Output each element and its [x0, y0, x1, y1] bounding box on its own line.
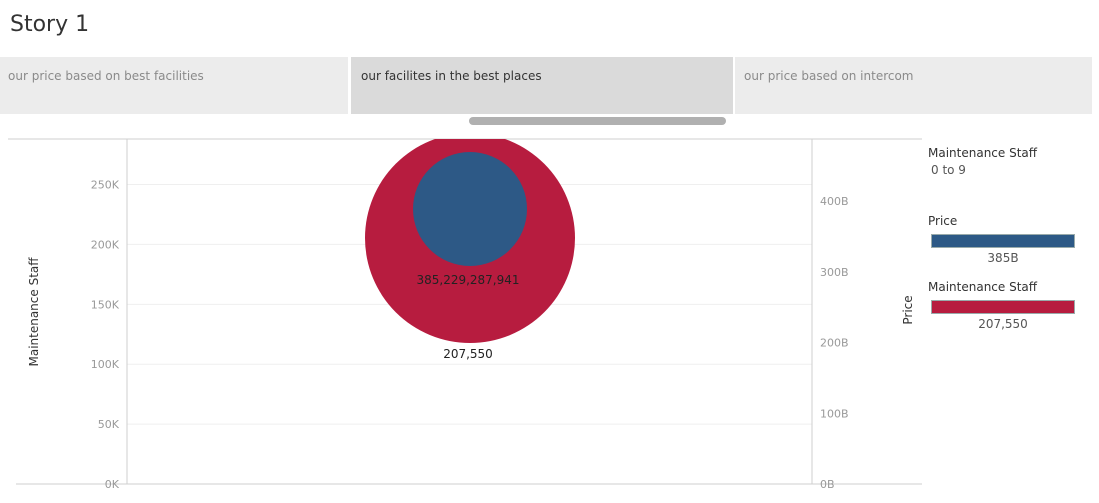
legend-price-swatch	[931, 234, 1075, 248]
left-axis-label: Maintenance Staff	[27, 257, 41, 367]
left-tick-label: 200K	[91, 238, 120, 251]
right-axis-ticks: 0B 100B 200B 300B 400B	[820, 195, 849, 491]
maintenance-data-label: 207,550	[443, 347, 493, 361]
legend-color-title: Maintenance Staff	[928, 146, 1038, 160]
right-tick-label: 200B	[820, 337, 849, 350]
right-tick-label: 100B	[820, 407, 849, 420]
price-data-label: 385,229,287,941	[416, 273, 519, 287]
right-axis-label: Price	[901, 295, 915, 324]
left-tick-label: 50K	[98, 418, 120, 431]
legend-maintenance-title: Maintenance Staff	[928, 280, 1038, 294]
legend-maintenance-swatch	[931, 300, 1075, 314]
right-tick-label: 300B	[820, 266, 849, 279]
left-axis-ticks: 0K 50K 100K 150K 200K 250K	[91, 179, 120, 491]
legend: Maintenance Staff 0 to 9 Price 385B Main…	[928, 146, 1088, 331]
price-circle[interactable]	[413, 152, 527, 266]
legend-price-value: 385B	[987, 251, 1019, 265]
left-tick-label: 150K	[91, 298, 120, 311]
legend-maintenance-value: 207,550	[978, 317, 1028, 331]
left-tick-label: 100K	[91, 358, 120, 371]
legend-price-title: Price	[928, 214, 958, 228]
left-tick-label: 250K	[91, 179, 120, 192]
legend-color-range: 0 to 9	[931, 163, 966, 177]
right-tick-label: 400B	[820, 195, 849, 208]
left-tick-label: 0K	[105, 478, 120, 491]
right-tick-label: 0B	[820, 478, 835, 491]
